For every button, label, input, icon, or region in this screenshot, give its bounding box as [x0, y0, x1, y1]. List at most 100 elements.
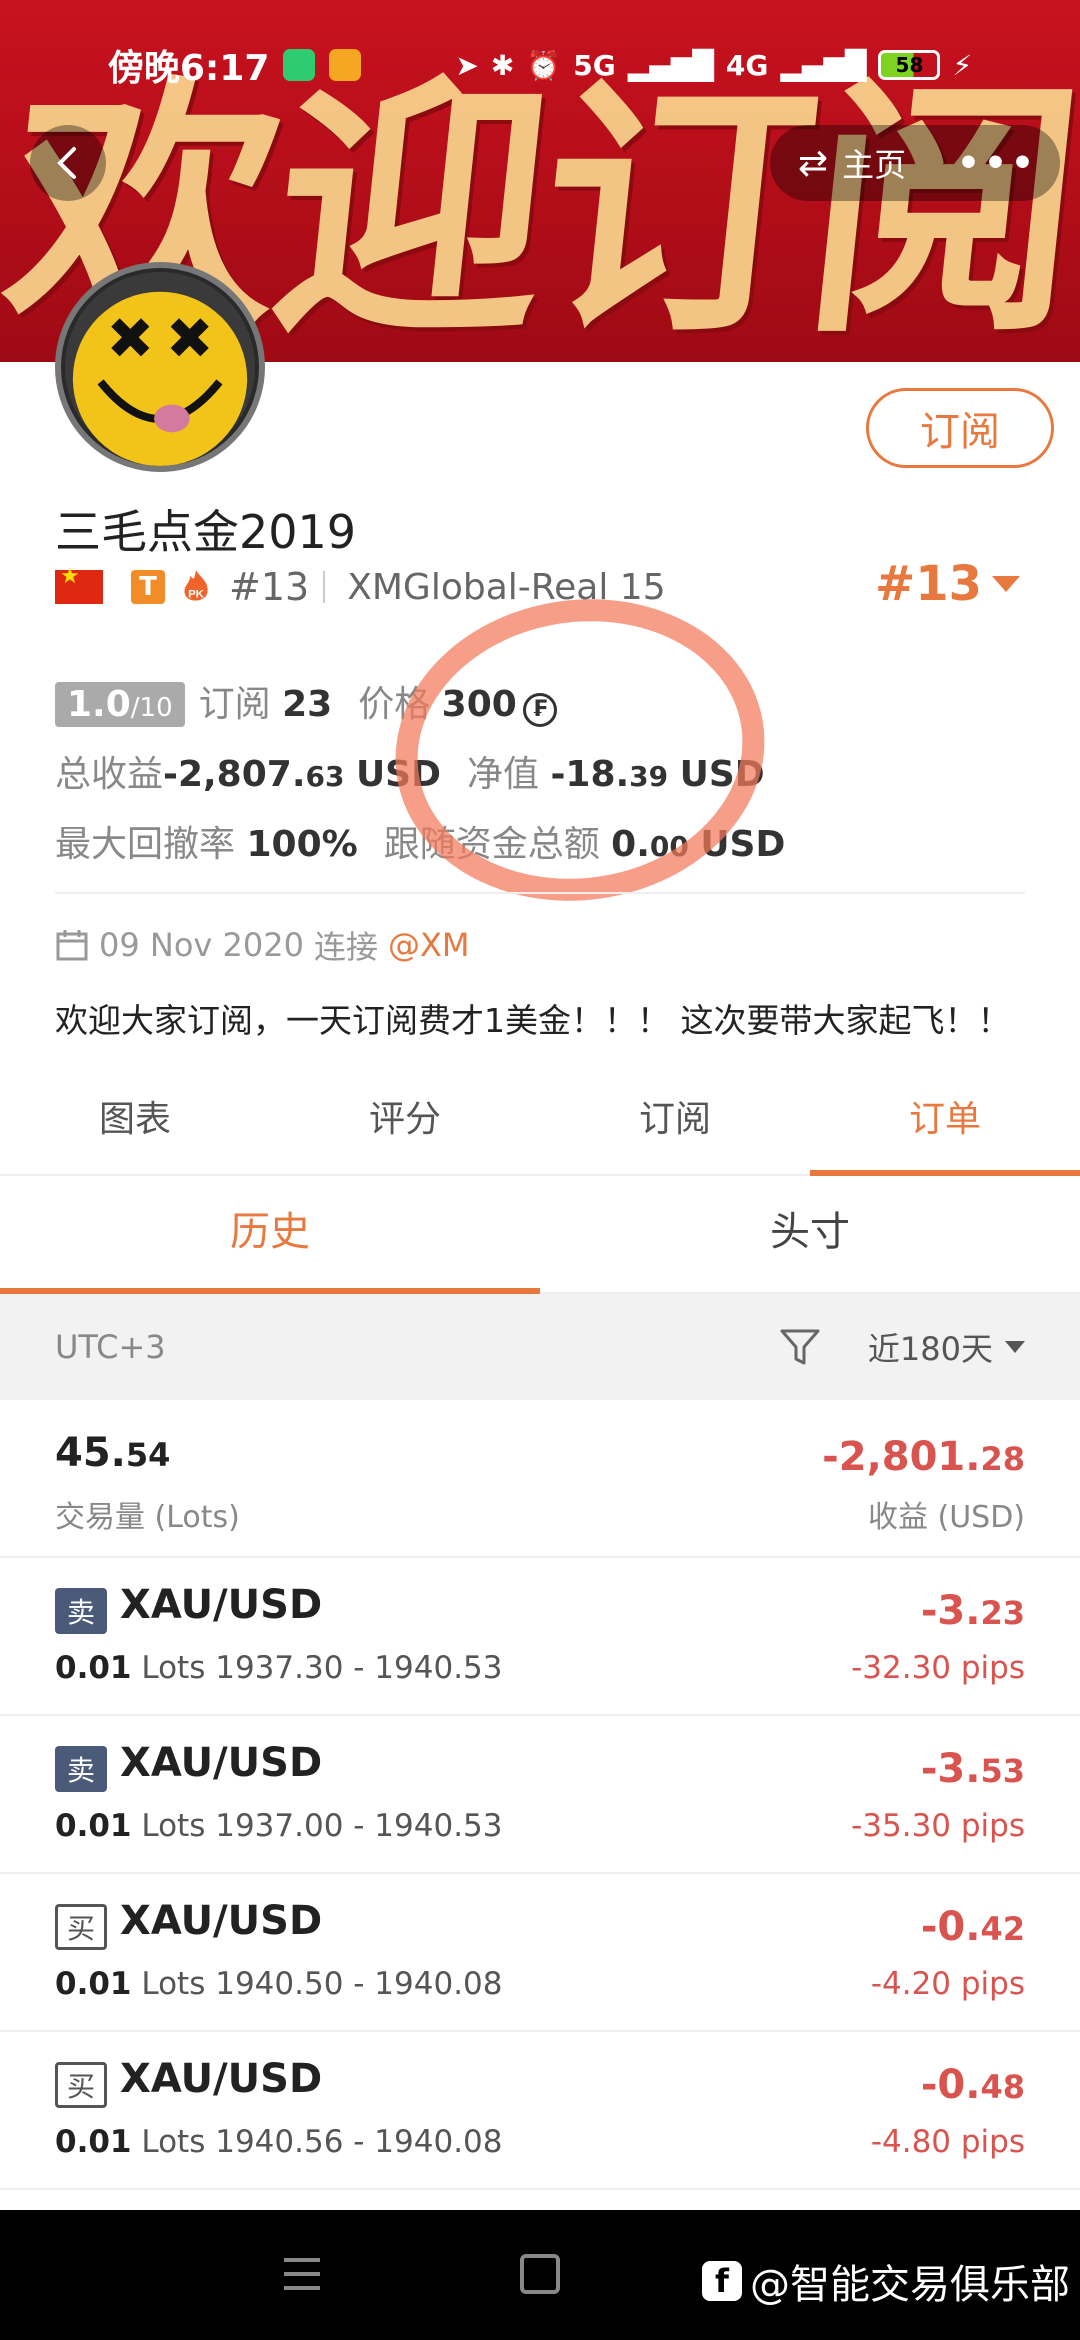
- order-pips: -35.30 pips: [851, 1808, 1025, 1844]
- avatar[interactable]: [55, 262, 265, 472]
- connect-label: 连接: [313, 928, 378, 966]
- order-symbol: XAU/USD: [120, 1582, 323, 1628]
- order-row[interactable]: 卖 XAU/USD 0.01 Lots 1937.00 - 1940.53 -3…: [0, 1716, 1080, 1874]
- more-icon[interactable]: •••: [957, 143, 1038, 184]
- watermark: f @智能交易俱乐部: [702, 2252, 1070, 2310]
- subtab-history[interactable]: 历史: [0, 1176, 540, 1294]
- profit-label: 收益 (USD): [867, 1500, 1025, 1535]
- drawdown-value: 100%: [246, 824, 358, 865]
- side-badge-buy: 买: [55, 1904, 107, 1950]
- main-tabs: 图表 评分 订阅 订单: [0, 1080, 1080, 1176]
- order-row[interactable]: 买 XAU/USD 0.01 Lots 1940.50 - 1940.08 -0…: [0, 1874, 1080, 2032]
- signal-icon: ▂▄▆█: [780, 48, 867, 82]
- facebook-icon: f: [702, 2261, 742, 2301]
- rating-value: 1.0: [67, 684, 131, 725]
- charging-icon: ⚡: [952, 48, 973, 82]
- tab-subscribe[interactable]: 订阅: [540, 1080, 810, 1174]
- side-badge-sell: 卖: [55, 1746, 107, 1792]
- period-label: 近180天: [867, 1330, 993, 1368]
- divider: [323, 571, 326, 603]
- china-flag-icon: [55, 564, 103, 604]
- smiley-avatar-image: [64, 271, 256, 466]
- order-pips: -32.30 pips: [851, 1650, 1025, 1686]
- caret-down-icon: [1005, 1341, 1025, 1353]
- order-row[interactable]: 卖 XAU/USD 0.01 Lots 1937.30 - 1940.53 -3…: [0, 1558, 1080, 1716]
- tab-orders[interactable]: 订单: [810, 1080, 1080, 1176]
- bluetooth-icon: ✱: [490, 48, 515, 82]
- period-dropdown[interactable]: 近180天: [868, 1324, 1025, 1370]
- tab-chart[interactable]: 图表: [0, 1080, 270, 1174]
- timezone-label: UTC+3: [55, 1328, 166, 1366]
- order-subtabs: 历史 头寸: [0, 1176, 1080, 1294]
- trader-name: 三毛点金2019: [55, 505, 357, 559]
- alarm-icon: ⏰: [526, 48, 562, 82]
- pk-label: PK: [188, 588, 205, 600]
- banner-char: 迎: [259, 51, 554, 362]
- total-profit-label: 总收益: [55, 754, 164, 795]
- order-profit: -0.42: [920, 1904, 1025, 1950]
- signal-icon: ▂▄▆█: [627, 48, 714, 82]
- order-pips: -4.20 pips: [870, 1966, 1025, 2002]
- banner-char: 阅: [793, 51, 1080, 362]
- back-button[interactable]: [30, 125, 106, 201]
- home-button[interactable]: 主页: [842, 140, 906, 186]
- filter-icon[interactable]: [778, 1325, 822, 1369]
- order-detail: 0.01 Lots 1937.30 - 1940.53: [55, 1650, 503, 1686]
- location-icon: ➤: [455, 48, 479, 82]
- order-symbol: XAU/USD: [120, 2056, 323, 2102]
- rank-big-value: #13: [874, 556, 982, 612]
- total-profit-value: -2,807.: [163, 754, 306, 795]
- status-time: 傍晚6:17: [107, 48, 270, 89]
- battery-level: 58: [895, 53, 924, 77]
- total-profit-decimal: 63: [305, 760, 345, 793]
- calendar-icon: [56, 930, 88, 961]
- order-detail: 0.01 Lots 1937.00 - 1940.53: [55, 1808, 503, 1844]
- shield-icon: [283, 49, 316, 81]
- order-symbol: XAU/USD: [120, 1898, 323, 1944]
- history-summary: 45.54 交易量 (Lots) -2,801.28 收益 (USD): [0, 1400, 1080, 1558]
- order-profit: -3.53: [920, 1746, 1025, 1792]
- subscribers-value: 23: [282, 684, 333, 725]
- divider: [55, 892, 1025, 894]
- chevron-left-icon: [57, 147, 76, 179]
- watermark-text: @智能交易俱乐部: [750, 2262, 1070, 2308]
- rating-denominator: /10: [130, 693, 173, 723]
- battery-icon: 58: [878, 50, 941, 80]
- order-pips: -4.80 pips: [870, 2124, 1025, 2160]
- order-symbol: XAU/USD: [120, 1740, 323, 1786]
- order-profit: -3.23: [920, 1588, 1025, 1634]
- notification-icon: [329, 49, 362, 81]
- order-detail: 0.01 Lots 1940.50 - 1940.08: [55, 1966, 503, 2002]
- lots-label: 交易量 (Lots): [55, 1500, 240, 1535]
- subscribers-label: 订阅: [198, 684, 271, 725]
- order-row[interactable]: 买 XAU/USD 0.01 Lots 1940.56 - 1940.08 -0…: [0, 2032, 1080, 2190]
- broker-link[interactable]: @XM: [388, 926, 470, 964]
- status-icons: ➤ ✱ ⏰ 5G ▂▄▆█ 4G ▂▄▆█ 58 ⚡: [455, 49, 972, 82]
- order-detail: 0.01 Lots 1940.56 - 1940.08: [55, 2124, 503, 2160]
- home-square-icon[interactable]: [520, 2254, 560, 2294]
- rank-small: #13: [229, 565, 310, 609]
- subscribe-button[interactable]: 订阅: [866, 388, 1054, 468]
- menu-icon[interactable]: [282, 2256, 322, 2292]
- filter-bar: UTC+3 近180天: [0, 1294, 1080, 1400]
- bio-text: 欢迎大家订阅，一天订阅费才1美金！！！ 这次要带大家起飞！！: [55, 1001, 1011, 1040]
- total-history-profit: -2,801.28: [822, 1434, 1025, 1480]
- network-4g: 4G: [725, 48, 769, 82]
- system-nav-bar: f @智能交易俱乐部: [0, 2210, 1080, 2340]
- total-lots: 45.54: [55, 1430, 171, 1476]
- tab-rating[interactable]: 评分: [270, 1080, 540, 1174]
- joined-date: 09 Nov 2020: [99, 926, 304, 964]
- side-badge-sell: 卖: [55, 1588, 107, 1634]
- side-badge-buy: 买: [55, 2062, 107, 2108]
- rating-badge: 1.0 /10: [55, 682, 185, 727]
- fire-pk-icon: PK: [184, 569, 208, 601]
- network-5g: 5G: [573, 48, 616, 82]
- t-badge: T: [131, 570, 165, 604]
- joined-info: 09 Nov 2020 连接 @XM: [55, 922, 470, 968]
- swap-icon: ⇄: [798, 142, 829, 184]
- drawdown-label: 最大回撤率: [55, 824, 236, 865]
- order-profit: -0.48: [920, 2062, 1025, 2108]
- subtab-positions[interactable]: 头寸: [540, 1176, 1080, 1292]
- rank-dropdown[interactable]: #13: [875, 556, 1020, 612]
- banner-char: 订: [526, 51, 821, 362]
